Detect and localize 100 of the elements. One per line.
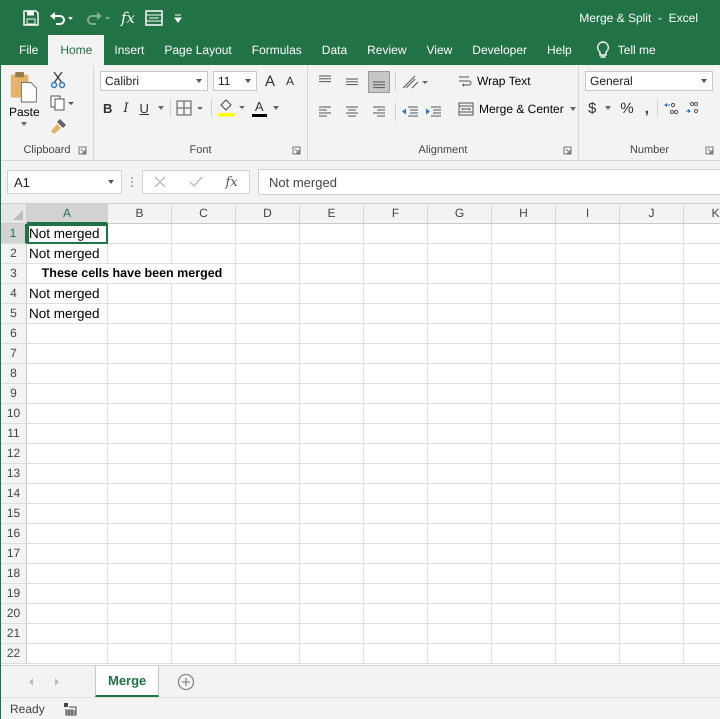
empty-cell: [172, 304, 236, 324]
name-box[interactable]: A1: [7, 170, 122, 194]
column-header[interactable]: A: [27, 204, 108, 224]
empty-cell: [364, 504, 428, 524]
drag-handle-icon[interactable]: [130, 176, 134, 188]
underline-button[interactable]: U: [136, 100, 152, 116]
empty-cell: [492, 644, 556, 664]
ribbon-tab[interactable]: Developer: [462, 35, 537, 65]
formula-input-field[interactable]: Not merged: [258, 169, 720, 195]
increase-decimal-icon[interactable]: [662, 101, 679, 115]
ribbon-tab[interactable]: Insert: [104, 35, 154, 65]
row-header[interactable]: 20: [1, 604, 27, 624]
column-header[interactable]: J: [620, 204, 684, 224]
row-header[interactable]: 13: [1, 464, 27, 484]
caret-icon[interactable]: [272, 105, 280, 111]
lightbulb-icon[interactable]: [596, 41, 610, 59]
currency-button[interactable]: $: [585, 100, 600, 116]
empty-cell: [428, 484, 492, 504]
format-painter-icon[interactable]: [50, 117, 68, 135]
row-header[interactable]: 16: [1, 524, 27, 544]
dialog-launcher-icon[interactable]: [563, 146, 572, 155]
dialog-launcher-icon[interactable]: [78, 146, 87, 155]
font-size-field[interactable]: 11: [213, 71, 257, 91]
vertical-align-button[interactable]: [368, 71, 390, 93]
row-header[interactable]: 18: [1, 564, 27, 584]
row-header[interactable]: 4: [1, 284, 27, 304]
add-sheet-icon[interactable]: [177, 672, 196, 690]
wrap-text-button[interactable]: Wrap Text: [458, 71, 577, 91]
column-header[interactable]: C: [172, 204, 236, 224]
empty-cell: [620, 604, 684, 624]
ribbon-tab[interactable]: Home: [48, 35, 104, 65]
row-header[interactable]: 3: [1, 264, 27, 284]
number-format-field[interactable]: General: [585, 71, 713, 91]
insert-function-button[interactable]: fx: [226, 174, 238, 190]
fill-color-icon[interactable]: [216, 99, 247, 117]
empty-cell: [556, 324, 620, 344]
column-header[interactable]: B: [108, 204, 172, 224]
row-header[interactable]: 15: [1, 504, 27, 524]
text-orientation-icon[interactable]: [401, 74, 429, 90]
ribbon-tab[interactable]: Formulas: [242, 35, 312, 65]
ribbon-tab[interactable]: View: [416, 35, 462, 65]
row-header[interactable]: 17: [1, 544, 27, 564]
column-header[interactable]: G: [428, 204, 492, 224]
ribbon-tab[interactable]: Data: [312, 35, 358, 65]
row-header[interactable]: 14: [1, 484, 27, 504]
bold-button[interactable]: B: [100, 100, 116, 116]
empty-cell: [364, 644, 428, 664]
column-header[interactable]: H: [492, 204, 556, 224]
ribbon-tab[interactable]: Help: [537, 35, 582, 65]
row-header[interactable]: 2: [1, 244, 27, 264]
row-header[interactable]: 5: [1, 304, 27, 324]
row-header[interactable]: 19: [1, 584, 27, 604]
customize-toolbar-icon[interactable]: [173, 12, 184, 22]
row-header[interactable]: 7: [1, 344, 27, 364]
insert-function-button[interactable]: fx: [121, 8, 136, 26]
decrease-font-size-button[interactable]: A: [283, 74, 298, 88]
tell-me-search[interactable]: Tell me: [618, 43, 656, 57]
merge-center-button[interactable]: Merge & Center: [458, 99, 577, 119]
borders-icon[interactable]: [176, 100, 206, 116]
undo-icon[interactable]: [49, 10, 75, 26]
copy-icon[interactable]: [50, 95, 76, 111]
percent-button[interactable]: %: [617, 100, 637, 116]
caret-icon[interactable]: [604, 105, 612, 111]
paste-button[interactable]: Paste: [7, 69, 42, 140]
comma-style-button[interactable]: ,: [642, 100, 652, 116]
empty-cell: [556, 524, 620, 544]
ribbon-tab[interactable]: File: [9, 35, 48, 65]
dialog-launcher-icon[interactable]: [292, 146, 301, 155]
column-header[interactable]: F: [364, 204, 428, 224]
column-header[interactable]: E: [300, 204, 364, 224]
row-header[interactable]: 6: [1, 324, 27, 344]
ribbon-tab[interactable]: Page Layout: [154, 35, 242, 65]
column-header[interactable]: I: [556, 204, 620, 224]
sheet-tab[interactable]: Merge: [95, 666, 160, 697]
dialog-launcher-icon[interactable]: [705, 146, 714, 155]
row-header[interactable]: 12: [1, 444, 27, 464]
row-header[interactable]: 21: [1, 624, 27, 644]
font-name-field[interactable]: Calibri: [100, 71, 208, 91]
column-header[interactable]: K: [684, 204, 720, 224]
row-header[interactable]: 10: [1, 404, 27, 424]
save-icon[interactable]: [23, 10, 39, 26]
ribbon-tab[interactable]: Review: [357, 35, 416, 65]
cut-icon[interactable]: [50, 71, 66, 89]
empty-cell: [620, 404, 684, 424]
row-header[interactable]: 8: [1, 364, 27, 384]
column-header[interactable]: D: [236, 204, 300, 224]
form-icon[interactable]: [145, 10, 164, 26]
decrease-indent-icon[interactable]: [401, 105, 419, 119]
increase-indent-icon[interactable]: [424, 105, 442, 119]
caret-icon[interactable]: [156, 105, 165, 111]
row-header[interactable]: 22: [1, 644, 27, 664]
italic-button[interactable]: I: [120, 100, 132, 116]
row-header[interactable]: 11: [1, 424, 27, 444]
font-color-button[interactable]: A: [252, 100, 267, 116]
decrease-decimal-icon[interactable]: [684, 101, 700, 115]
row-header[interactable]: 9: [1, 384, 27, 404]
sheet-statistics-icon[interactable]: [62, 702, 77, 716]
checkmark-icon[interactable]: [188, 176, 203, 188]
row-header[interactable]: 1: [1, 224, 27, 244]
increase-font-size-button[interactable]: A: [262, 72, 278, 90]
